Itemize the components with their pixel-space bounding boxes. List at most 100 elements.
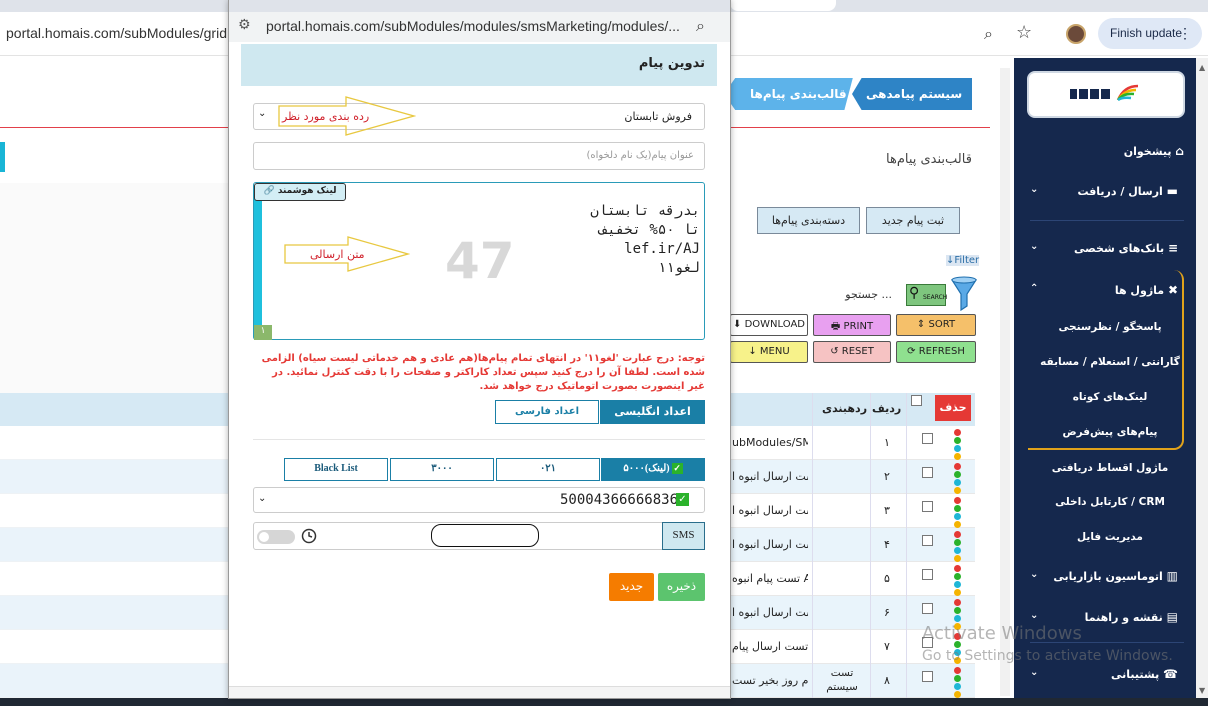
funnel-icon[interactable] bbox=[950, 272, 978, 312]
redacted-field bbox=[431, 524, 539, 547]
row-status-dots bbox=[954, 565, 961, 597]
message-line: lef.ir/AJ bbox=[624, 241, 700, 257]
blacklist-note: توجه: درج عبارت 'لغو۱۱' در انتهای تمام پ… bbox=[261, 353, 705, 392]
row-text: تست ارسال انبوه ا bbox=[732, 606, 808, 619]
scroll-down-icon[interactable]: ▼ bbox=[1199, 686, 1205, 695]
new-button[interactable]: جدید bbox=[609, 573, 654, 601]
row-checkbox[interactable] bbox=[922, 467, 933, 478]
chevron-down-icon[interactable]: ⌄ bbox=[258, 108, 266, 119]
schedule-toggle[interactable] bbox=[257, 530, 295, 544]
tab-blacklist[interactable]: Black List bbox=[284, 458, 388, 481]
windows-watermark-title: Activate Windows bbox=[922, 623, 1082, 644]
new-message-button[interactable]: ثبت پیام جدید bbox=[866, 207, 960, 234]
sidebar-item-marketing-automation[interactable]: ⌄ اتوماسیون بازاریابی ▥ bbox=[1030, 569, 1178, 583]
row-text: سلام روز بخیر تست bbox=[732, 674, 808, 687]
tab-line-5000[interactable]: ۵۰۰۰(لینک) ✓ bbox=[601, 458, 705, 481]
row-checkbox[interactable] bbox=[922, 501, 933, 512]
sidebar-sub-crm[interactable]: کارتابل داخلی / CRM bbox=[1040, 496, 1180, 508]
bookmark-star-icon[interactable]: ☆ bbox=[1016, 22, 1032, 43]
row-checkbox[interactable] bbox=[922, 603, 933, 614]
sidebar-item-label: پشتیبانی bbox=[1111, 668, 1160, 681]
sidebar-item-label: نقشه و راهنما bbox=[1084, 611, 1163, 624]
bg-row bbox=[0, 528, 230, 562]
menu-button[interactable]: ↓ MENU bbox=[730, 341, 808, 363]
chevron-down-icon[interactable]: ⌄ bbox=[258, 493, 266, 504]
save-button[interactable]: ذخیره bbox=[658, 573, 705, 601]
reset-icon: ↺ bbox=[830, 346, 839, 357]
sidebar-item-send-receive[interactable]: ⌄ ارسال / دریافت ▬ bbox=[1030, 184, 1178, 198]
sidebar-item-map-guide[interactable]: ⌄ نقشه و راهنما ▤ bbox=[1030, 610, 1178, 624]
message-categories-button[interactable]: دسته‌بندی پیام‌ها bbox=[757, 207, 860, 234]
site-settings-icon[interactable]: ⚙ bbox=[238, 17, 251, 33]
sidebar-sub-installments[interactable]: ماژول اقساط دریافتی bbox=[1040, 462, 1180, 474]
table-row[interactable]: تست ارسال انبوه ا ۲ bbox=[730, 460, 975, 494]
reset-button[interactable]: ↺ RESET bbox=[813, 341, 891, 363]
sidebar-sub-file-manager[interactable]: مدیریت فایل bbox=[1040, 531, 1180, 543]
table-row[interactable]: سلام روز بخیر تست تست سیستم ۸ bbox=[730, 664, 975, 698]
clock-icon[interactable] bbox=[301, 528, 317, 544]
tab-line-3000[interactable]: ۳۰۰۰ bbox=[390, 458, 494, 481]
profile-avatar[interactable] bbox=[1066, 24, 1086, 44]
row-checkbox[interactable] bbox=[922, 569, 933, 580]
download-icon: ⬇ bbox=[733, 319, 742, 330]
sms-type-label[interactable]: SMS bbox=[662, 522, 705, 550]
sort-button[interactable]: ⇕ SORT bbox=[896, 314, 976, 336]
table-row[interactable]: تست پیام انبوه AI ۵ bbox=[730, 562, 975, 596]
print-button[interactable]: 🖶 PRINT bbox=[813, 314, 891, 336]
scroll-up-icon[interactable]: ▲ bbox=[1199, 63, 1205, 72]
table-row[interactable]: تست ارسال انبوه ا ۳ bbox=[730, 494, 975, 528]
sidebar-sub-short-links[interactable]: لینک‌های کوتاه bbox=[1040, 391, 1180, 403]
row-checkbox[interactable] bbox=[922, 671, 933, 682]
sender-number: 50004366666836 bbox=[560, 492, 679, 508]
english-digits-button[interactable]: اعداد انگلیسی bbox=[600, 400, 705, 424]
sidebar-item-dashboard[interactable]: پیشخوان ⌂ bbox=[1040, 144, 1184, 158]
more-menu-icon[interactable]: ⋮ bbox=[1178, 25, 1192, 42]
filter-label[interactable]: ↓Filter bbox=[946, 255, 980, 266]
address-bar-url[interactable]: portal.homais.com/subModules/grid bbox=[6, 25, 227, 41]
select-all-checkbox[interactable] bbox=[911, 395, 922, 406]
search-input[interactable]: جستجو ... bbox=[730, 285, 900, 305]
row-checkbox[interactable] bbox=[922, 535, 933, 546]
side-tab[interactable] bbox=[0, 142, 5, 172]
sidebar-item-personal-banks[interactable]: ⌄ بانک‌های شخصی ≡ bbox=[1030, 241, 1178, 255]
persian-digits-button[interactable]: اعداد فارسی bbox=[495, 400, 599, 424]
header-category: ردهبندی bbox=[822, 402, 868, 415]
popup-scrollbar[interactable] bbox=[714, 42, 729, 688]
zoom-icon[interactable]: ⌕ bbox=[984, 24, 993, 44]
map-icon: ▤ bbox=[1166, 610, 1178, 624]
annotation-category: رده بندی مورد نظر bbox=[282, 110, 370, 123]
sidebar-item-support[interactable]: ⌄ پشتیبانی ☎ bbox=[1030, 667, 1178, 681]
breadcrumb-sms-system[interactable]: سیستم پیامدهی bbox=[852, 78, 972, 110]
table-row[interactable]: تست ارسال انبوه ا ۴ bbox=[730, 528, 975, 562]
message-title-input[interactable]: عنوان پیام(یک نام دلخواه) bbox=[253, 142, 705, 170]
sidebar-item-label: ماژول ها bbox=[1114, 284, 1165, 297]
page-scrollbar[interactable] bbox=[1000, 68, 1010, 696]
sidebar-item-modules[interactable]: ⌃ ماژول ها ✖ bbox=[1030, 283, 1178, 297]
finish-update-label: Finish update bbox=[1110, 26, 1183, 40]
breadcrumb-templates[interactable]: قالب‌بندی پیام‌ها bbox=[724, 78, 853, 110]
refresh-button[interactable]: ⟳ REFRESH bbox=[896, 341, 976, 363]
sidebar-scrollbar[interactable] bbox=[1196, 58, 1208, 706]
search-button[interactable]: ⚲ SEARCH bbox=[906, 284, 947, 306]
table-row[interactable]: ubModules/SMS ۱ bbox=[730, 426, 975, 460]
sidebar-sub-default-messages[interactable]: پیام‌های پیش‌فرض bbox=[1040, 426, 1180, 438]
row-text: تست ارسال انبوه ا bbox=[732, 504, 808, 517]
sidebar-sub-warranty[interactable]: گارانتی / استعلام / مسابقه bbox=[1040, 356, 1180, 368]
smart-link-button[interactable]: 🔗 لینک هوشمند bbox=[254, 183, 346, 201]
sidebar-sub-survey[interactable]: پاسخگو / نظرسنجی bbox=[1040, 321, 1180, 333]
row-checkbox[interactable] bbox=[922, 433, 933, 444]
popup-url[interactable]: portal.homais.com/subModules/modules/sms… bbox=[266, 18, 680, 34]
browser-tab[interactable] bbox=[730, 0, 836, 11]
chevron-down-icon: ⌄ bbox=[1030, 610, 1039, 621]
checkmark-icon: ✓ bbox=[676, 493, 689, 506]
zoom-icon[interactable]: ⌕ bbox=[696, 16, 705, 36]
popup-horizontal-scrollbar[interactable] bbox=[229, 686, 730, 698]
database-icon: ≡ bbox=[1167, 241, 1178, 255]
tab-line-021[interactable]: ۰۲۱ bbox=[496, 458, 600, 481]
row-text: ubModules/SMS bbox=[732, 436, 808, 449]
checkmark-icon: ✓ bbox=[671, 463, 683, 475]
homa-logo bbox=[1070, 84, 1139, 102]
delete-header-button[interactable]: حذف bbox=[935, 395, 971, 421]
finish-update-button[interactable]: Finish update ⋮ bbox=[1098, 18, 1202, 49]
download-button[interactable]: ⬇ DOWNLOAD bbox=[730, 314, 808, 336]
